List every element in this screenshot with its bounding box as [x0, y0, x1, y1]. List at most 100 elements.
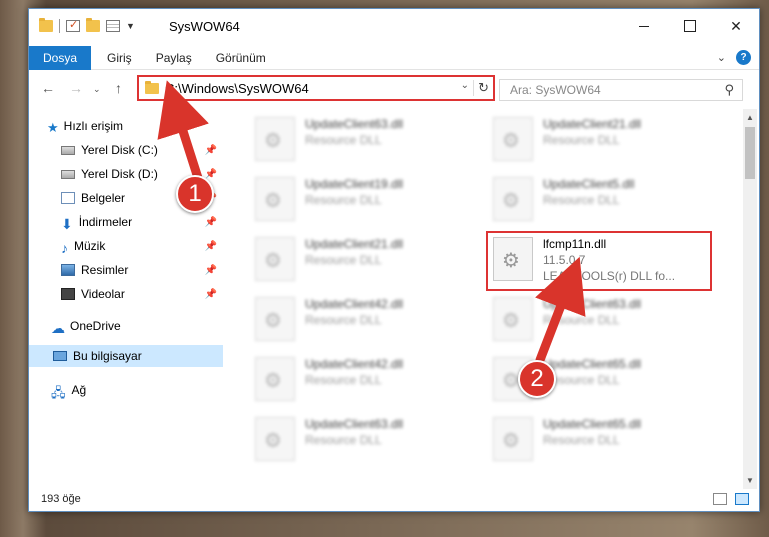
pin-icon[interactable]: 📌: [205, 289, 217, 300]
dll-file-icon: [255, 177, 295, 221]
sidebar-item-label: OneDrive: [70, 319, 121, 333]
videos-icon: [61, 288, 75, 300]
up-arrow-icon[interactable]: ↑: [115, 80, 122, 96]
sidebar-item-music[interactable]: ♪ Müzik 📌: [29, 235, 223, 257]
sidebar-item-label: Yerel Disk (C:): [81, 143, 158, 157]
tiles-view-icon[interactable]: [735, 493, 749, 505]
forward-arrow-icon[interactable]: →: [69, 80, 83, 96]
tab-home[interactable]: Giriş: [95, 46, 144, 70]
file-item[interactable]: UpdateClient19.dll Resource DLL: [247, 173, 477, 229]
sidebar-item-videos[interactable]: Videolar 📌: [29, 283, 223, 305]
highlight-box: [486, 231, 712, 291]
help-icon[interactable]: ?: [736, 50, 751, 65]
cloud-icon: ☁: [51, 320, 65, 336]
file-name: UpdateClient63.dll: [543, 297, 642, 311]
search-icon[interactable]: ⚲: [724, 82, 734, 98]
file-item[interactable]: UpdateClient5.dll Resource DLL: [485, 173, 715, 229]
dll-file-icon: [493, 297, 533, 341]
pin-icon[interactable]: 📌: [205, 241, 217, 252]
address-dropdown-icon[interactable]: ⌄: [461, 80, 469, 91]
sidebar-item-drive-c[interactable]: Yerel Disk (C:) 📌: [29, 139, 223, 161]
pin-icon[interactable]: 📌: [205, 217, 217, 228]
sidebar-item-quick-access[interactable]: ★ Hızlı erişim: [29, 115, 223, 137]
recent-locations-icon[interactable]: ⌄: [93, 84, 101, 95]
file-name: UpdateClient19.dll: [305, 177, 404, 191]
scroll-down-icon[interactable]: ▼: [746, 476, 754, 485]
new-folder-icon[interactable]: [86, 18, 100, 32]
sidebar-item-downloads[interactable]: ⬇ İndirmeler 📌: [29, 211, 223, 233]
file-name: UpdateClient63.dll: [305, 417, 404, 431]
drive-icon: [61, 145, 75, 155]
navigation-bar: ← → ⌄ ↑ C:\Windows\SysWOW64 ⌄ ↻ Ara: Sys…: [29, 72, 759, 104]
file-type: Resource DLL: [305, 253, 382, 267]
file-type: Resource DLL: [543, 433, 620, 447]
file-item[interactable]: UpdateClient42.dll Resource DLL: [247, 353, 477, 409]
sidebar-item-network[interactable]: 🖧 Ağ: [29, 379, 223, 401]
file-item[interactable]: UpdateClient63.dll Resource DLL: [485, 293, 715, 349]
file-name: UpdateClient65.dll: [543, 357, 642, 371]
pictures-icon: [61, 264, 75, 276]
file-item[interactable]: UpdateClient63.dll Resource DLL: [247, 113, 477, 169]
ribbon-tabs: Dosya Giriş Paylaş Görünüm: [29, 45, 759, 70]
customize-toolbar-icon[interactable]: ▼: [126, 21, 135, 31]
back-arrow-icon[interactable]: ←: [41, 80, 55, 96]
sidebar-item-label: Videolar: [81, 287, 125, 301]
pin-icon[interactable]: 📌: [205, 145, 217, 156]
explorer-window: ▼ SysWOW64 ✕ Dosya Giriş Paylaş Görünüm …: [28, 8, 760, 512]
maximize-button[interactable]: [667, 9, 713, 43]
network-icon: 🖧: [51, 385, 66, 400]
sidebar-item-label: Bu bilgisayar: [73, 349, 142, 363]
sidebar-item-label: Ağ: [71, 383, 87, 397]
download-icon: ⬇: [61, 216, 73, 232]
computer-icon: [53, 351, 67, 361]
file-type: Resource DLL: [543, 313, 620, 327]
minimize-button[interactable]: [621, 9, 667, 43]
pin-icon[interactable]: 📌: [205, 265, 217, 276]
file-type: Resource DLL: [305, 433, 382, 447]
address-bar[interactable]: C:\Windows\SysWOW64 ⌄ ↻: [137, 75, 495, 101]
dll-file-icon: [255, 417, 295, 461]
toolbar-separator: [59, 19, 60, 33]
dll-file-icon: [255, 117, 295, 161]
file-type: Resource DLL: [543, 193, 620, 207]
search-placeholder: Ara: SysWOW64: [510, 83, 601, 97]
ribbon-right: ⌄ ?: [717, 50, 751, 65]
file-type: Resource DLL: [305, 133, 382, 147]
music-icon: ♪: [61, 240, 68, 256]
file-item[interactable]: UpdateClient21.dll Resource DLL: [485, 113, 715, 169]
file-item[interactable]: UpdateClient63.dll Resource DLL: [247, 413, 477, 469]
properties-check-icon[interactable]: [66, 18, 80, 32]
dll-file-icon: [255, 357, 295, 401]
sidebar-item-pictures[interactable]: Resimler 📌: [29, 259, 223, 281]
file-name: UpdateClient5.dll: [543, 177, 635, 191]
properties-icon[interactable]: [106, 20, 120, 32]
tab-file[interactable]: Dosya: [29, 45, 92, 70]
expand-ribbon-icon[interactable]: ⌄: [717, 51, 726, 64]
file-name: UpdateClient42.dll: [305, 297, 404, 311]
refresh-icon[interactable]: ↻: [473, 80, 489, 96]
sidebar-item-label: Hızlı erişim: [63, 119, 123, 133]
details-view-icon[interactable]: [713, 493, 727, 505]
file-item[interactable]: UpdateClient42.dll Resource DLL: [247, 293, 477, 349]
file-list: UpdateClient63.dll Resource DLL UpdateCl…: [225, 109, 737, 479]
tab-share[interactable]: Paylaş: [144, 46, 204, 70]
file-item[interactable]: UpdateClient65.dll Resource DLL: [485, 413, 715, 469]
file-type: Resource DLL: [305, 313, 382, 327]
close-button[interactable]: ✕: [713, 9, 759, 43]
file-type: Resource DLL: [305, 373, 382, 387]
search-box[interactable]: Ara: SysWOW64 ⚲: [499, 79, 743, 101]
item-count: 193 öğe: [41, 493, 81, 505]
tab-view[interactable]: Görünüm: [204, 46, 278, 70]
folder-icon: [39, 18, 53, 32]
sidebar-item-this-pc[interactable]: Bu bilgisayar: [29, 345, 223, 367]
scroll-thumb[interactable]: [745, 127, 755, 179]
scroll-up-icon[interactable]: ▲: [746, 113, 754, 122]
sidebar-item-label: Yerel Disk (D:): [81, 167, 158, 181]
file-item[interactable]: UpdateClient21.dll Resource DLL: [247, 233, 477, 289]
sidebar-item-onedrive[interactable]: ☁ OneDrive: [29, 315, 223, 337]
file-name: UpdateClient42.dll: [305, 357, 404, 371]
sidebar-item-label: Resimler: [81, 263, 129, 277]
window-controls: ✕: [621, 9, 759, 43]
vertical-scrollbar[interactable]: ▲ ▼: [743, 109, 757, 489]
title-bar: ▼ SysWOW64 ✕: [29, 9, 759, 43]
